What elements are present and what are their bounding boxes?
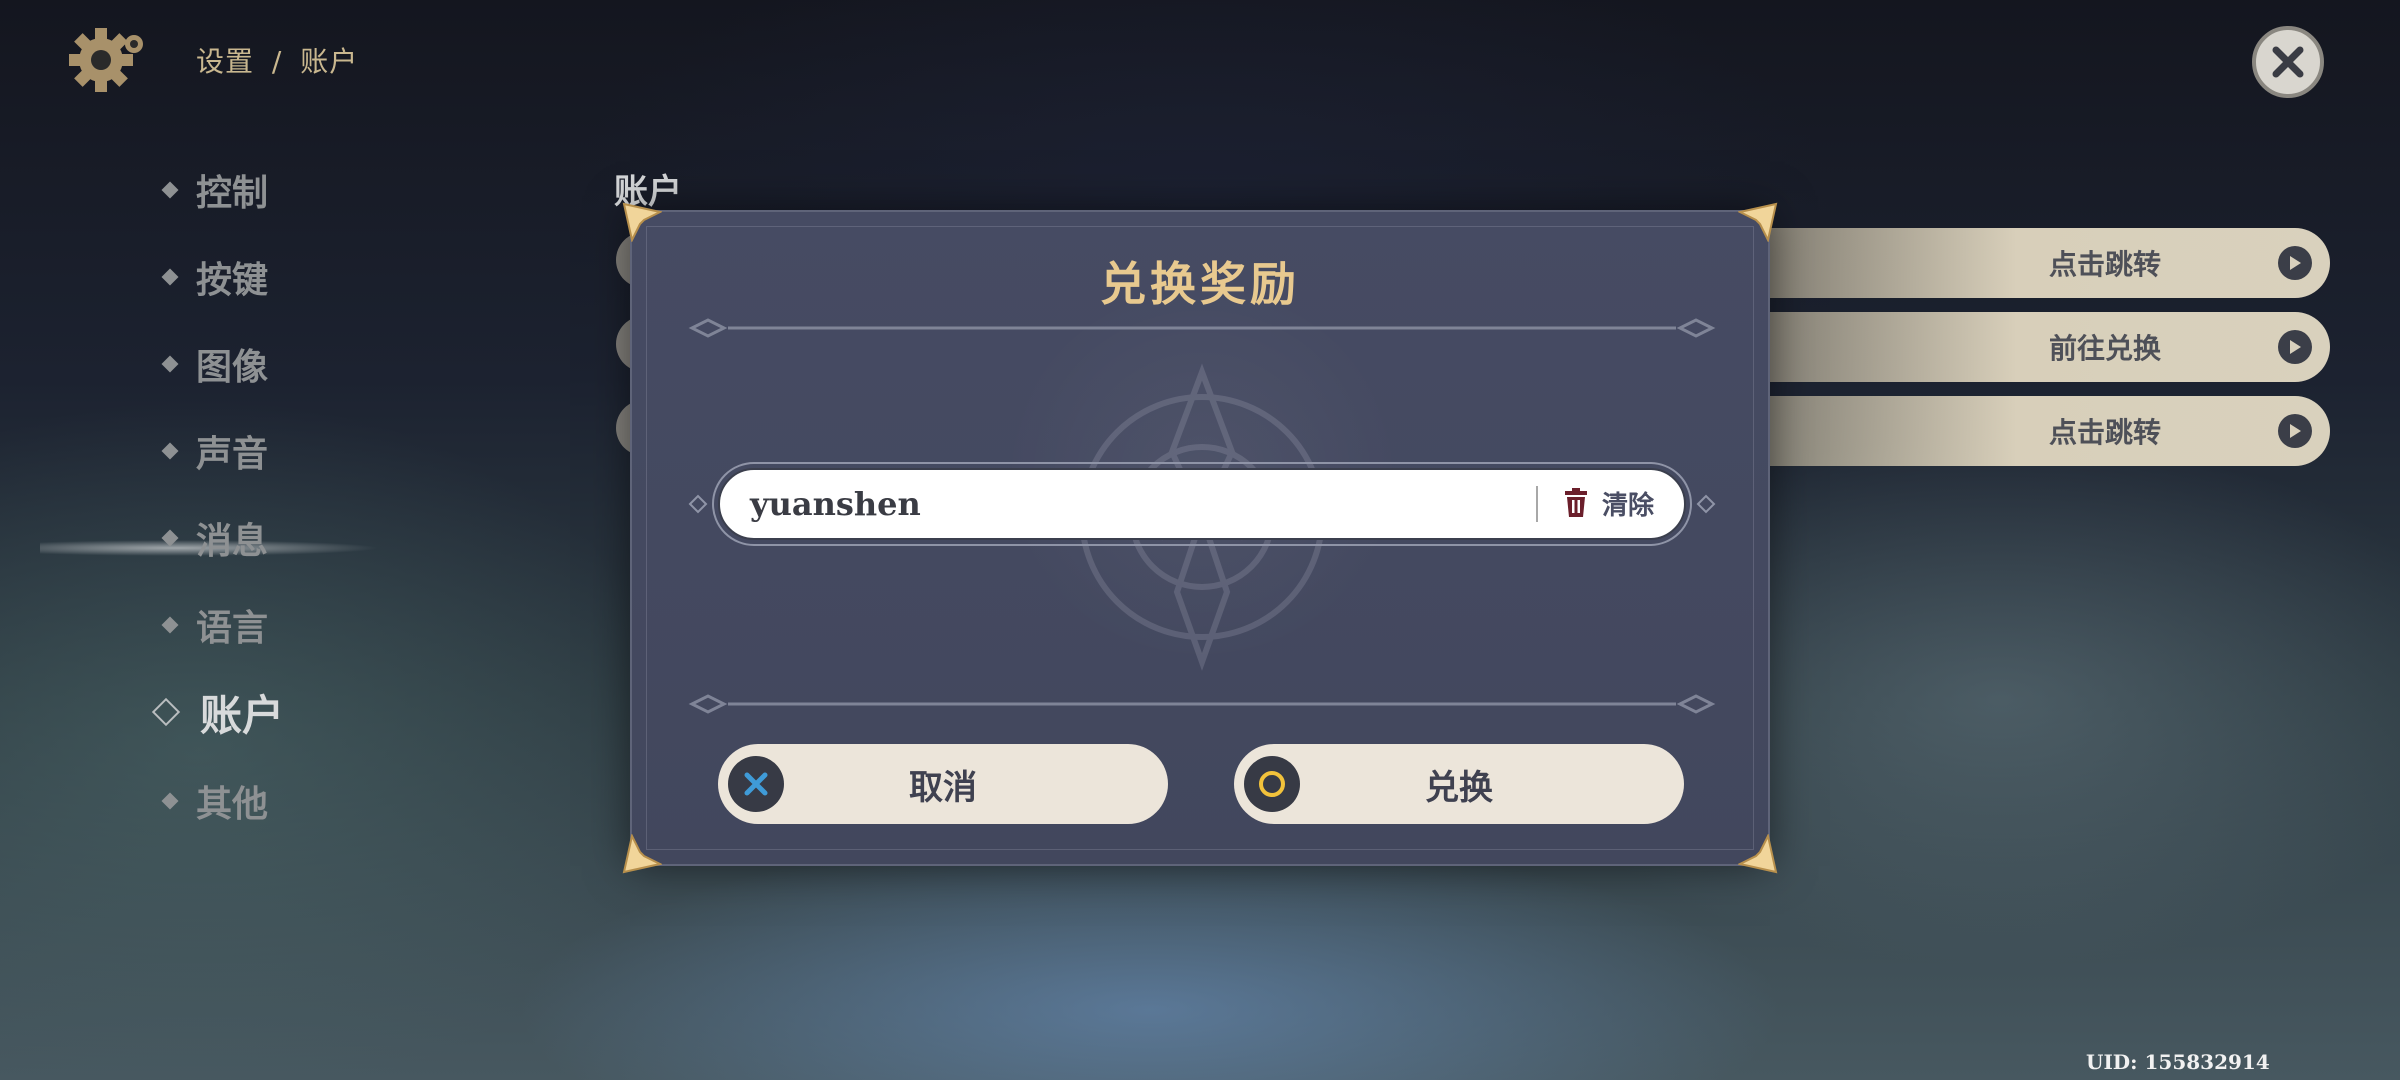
diamond-bullet-icon <box>161 442 179 460</box>
settings-gear-icon <box>69 28 143 92</box>
diamond-tip-icon <box>688 494 708 514</box>
redeem-code-input[interactable]: yuanshen 清除 <box>718 468 1686 540</box>
redeem-confirm-button[interactable]: 兑换 <box>1234 744 1684 824</box>
redeem-action-button[interactable]: 前往兑换 <box>1760 312 2330 382</box>
redeem-code-field: yuanshen 清除 <box>688 462 1716 546</box>
ornamental-divider <box>688 694 1716 714</box>
breadcrumb: 设置 / 账户 <box>196 40 358 80</box>
sidebar-item-keys[interactable]: 按键 <box>160 247 268 307</box>
breadcrumb-settings: 设置 <box>196 45 255 78</box>
diamond-bullet-icon <box>161 529 179 547</box>
diamond-bullet-icon <box>161 792 179 810</box>
corner-ornament-icon <box>1738 202 1778 242</box>
diamond-bullet-icon <box>161 616 179 634</box>
breadcrumb-account: 账户 <box>300 45 359 78</box>
diamond-bullet-icon <box>161 181 179 199</box>
sidebar-item-controls[interactable]: 控制 <box>160 160 268 220</box>
cancel-button[interactable]: 取消 <box>718 744 1168 824</box>
user-uid: UID: 155832914 <box>2086 1050 2270 1074</box>
breadcrumb-separator: / <box>271 45 283 78</box>
play-arrow-icon <box>2278 246 2312 280</box>
sidebar-item-label: 账户 <box>200 690 285 740</box>
corner-ornament-icon <box>622 834 662 874</box>
ornamental-divider <box>688 318 1716 338</box>
redeem-dialog: 兑换奖励 yuanshen 清除 取消 兑换 <box>622 202 1778 874</box>
input-value: yuanshen <box>750 485 921 523</box>
corner-ornament-icon <box>1738 834 1778 874</box>
input-divider <box>1536 486 1538 522</box>
sidebar-item-label: 声音 <box>196 434 269 475</box>
sidebar-item-label: 控制 <box>196 173 269 214</box>
sidebar-item-other[interactable]: 其他 <box>160 771 268 831</box>
account-action-button[interactable]: 点击跳转 <box>1760 228 2330 298</box>
diamond-bullet-icon <box>161 268 179 286</box>
play-arrow-icon <box>2278 330 2312 364</box>
sidebar-item-messages[interactable]: 消息 <box>160 508 268 568</box>
dialog-title: 兑换奖励 <box>1100 257 1300 311</box>
sidebar-item-label: 按键 <box>196 260 269 301</box>
action-label: 点击跳转 <box>2048 416 2161 449</box>
play-arrow-icon <box>2278 414 2312 448</box>
clear-label: 清除 <box>1601 490 1654 521</box>
cancel-label: 取消 <box>909 767 977 808</box>
sidebar-item-label: 图像 <box>196 347 269 388</box>
diamond-bullet-icon <box>161 355 179 373</box>
corner-ornament-icon <box>622 202 662 242</box>
clear-button[interactable]: 清除 <box>1564 482 1654 524</box>
sidebar-item-label: 语言 <box>196 608 269 649</box>
sidebar-item-language[interactable]: 语言 <box>160 595 268 655</box>
sidebar-item-audio[interactable]: 声音 <box>160 421 268 481</box>
sidebar-item-account[interactable]: 账户 <box>151 682 285 742</box>
close-button[interactable] <box>2252 26 2324 98</box>
diamond-tip-icon <box>1696 494 1716 514</box>
confirm-label: 兑换 <box>1425 767 1493 808</box>
action-label: 前往兑换 <box>2048 332 2161 365</box>
sidebar-item-graphics[interactable]: 图像 <box>160 334 268 394</box>
trash-icon <box>1564 488 1587 517</box>
sidebar-item-label: 其他 <box>196 784 269 825</box>
close-icon <box>2272 46 2304 78</box>
sidebar-item-label: 消息 <box>196 521 269 562</box>
account-action-button[interactable]: 点击跳转 <box>1760 396 2330 466</box>
diamond-outline-icon <box>151 697 181 727</box>
action-label: 点击跳转 <box>2048 248 2161 281</box>
